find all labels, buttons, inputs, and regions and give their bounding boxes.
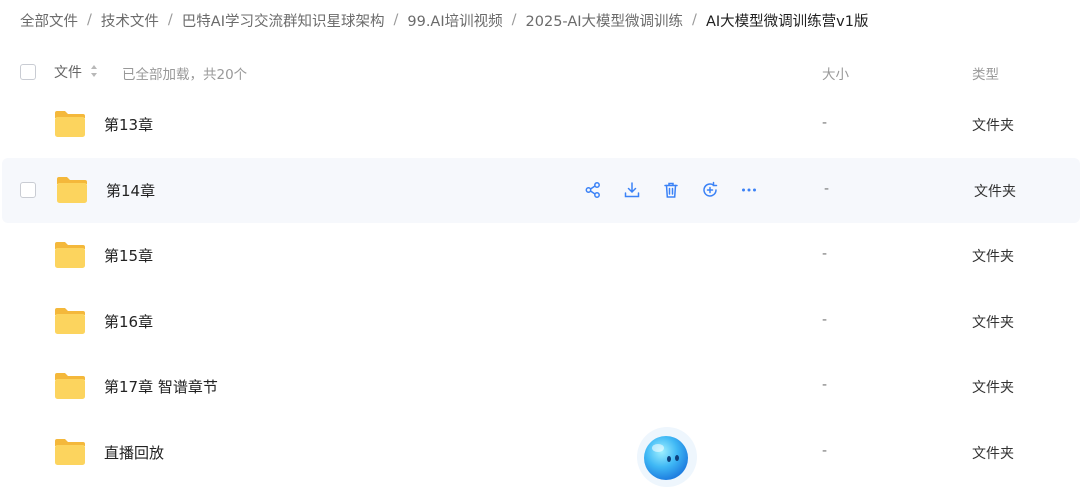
file-size: - [822,311,828,328]
column-header-type: 类型 [972,67,999,83]
folder-icon [57,176,87,203]
file-type: 文件夹 [972,314,1014,331]
folder-icon [55,111,85,137]
file-type: 文件夹 [972,380,1014,397]
table-row[interactable]: 第15章 - 文件夹 [0,223,1080,289]
table-row[interactable]: 第16章 - 文件夹 [0,289,1080,355]
breadcrumb-item-knowledge-planet[interactable]: 巴特AI学习交流群知识星球架构 [182,10,385,31]
file-name[interactable]: 第13章 [104,114,153,135]
folder-icon [55,242,85,269]
select-all-checkbox[interactable] [20,64,36,80]
breadcrumb-separator: / [167,12,173,28]
file-size: - [822,246,828,263]
breadcrumb-item-all-files[interactable]: 全部文件 [20,10,78,31]
row-checkbox[interactable] [20,181,36,198]
delete-button[interactable] [660,179,682,201]
assistant-mascot-icon[interactable] [636,426,698,488]
file-size: - [822,377,828,394]
row-actions [582,179,777,201]
file-list: 第13章 - 文件夹 第14章 - 文件夹 第15章 - 文件夹 第16章 - … [0,92,1080,486]
table-row[interactable]: 第13章 - 文件夹 [0,92,1080,158]
folder-icon [55,307,85,334]
column-header-size: 大小 [822,67,849,83]
download-icon [624,181,640,197]
column-header-name[interactable]: 文件 [54,62,82,82]
file-type: 文件夹 [972,118,1014,134]
file-name[interactable]: 第16章 [104,311,153,332]
sort-icon[interactable] [90,64,98,78]
breadcrumb-separator: / [393,12,399,28]
file-name[interactable]: 第17章 智谱章节 [104,376,218,397]
more-button[interactable] [738,179,760,201]
breadcrumb-separator: / [511,12,517,28]
share-icon [585,181,600,198]
file-size: - [822,442,828,459]
share-button[interactable] [582,179,604,201]
breadcrumb-separator: / [692,12,697,28]
table-row[interactable]: 第14章 - 文件夹 [2,157,1080,224]
breadcrumb-separator: / [87,12,92,28]
refresh-icon [703,181,718,197]
folder-icon [55,373,85,400]
table-row[interactable]: 直播回放 - 文件夹 [0,420,1080,486]
download-button[interactable] [621,179,643,201]
file-size: - [822,115,828,131]
breadcrumb: 全部文件 / 技术文件 / 巴特AI学习交流群知识星球架构 / 99.AI培训视… [20,8,868,32]
table-row[interactable]: 第17章 智谱章节 - 文件夹 [0,354,1080,420]
breadcrumb-item-training-videos[interactable]: 99.AI培训视频 [407,10,502,31]
file-type: 文件夹 [972,445,1014,462]
more-icon [742,188,756,192]
file-name[interactable]: 直播回放 [104,442,164,463]
folder-icon [55,438,85,465]
file-name[interactable]: 第15章 [104,245,153,266]
delete-icon [664,182,678,198]
load-status: 已全部加载，共20个 [122,67,248,83]
breadcrumb-item-current: AI大模型微调训练营v1版 [705,13,869,30]
list-header: 文件 已全部加载，共20个 大小 类型 [0,56,1080,88]
breadcrumb-item-finetune-training[interactable]: 2025-AI大模型微调训练 [526,10,684,31]
breadcrumb-item-tech-files[interactable]: 技术文件 [101,10,159,31]
refresh-button[interactable] [699,179,721,201]
file-name[interactable]: 第14章 [106,180,155,201]
file-type: 文件夹 [972,249,1014,266]
file-size: - [824,180,830,197]
file-type: 文件夹 [974,183,1016,200]
